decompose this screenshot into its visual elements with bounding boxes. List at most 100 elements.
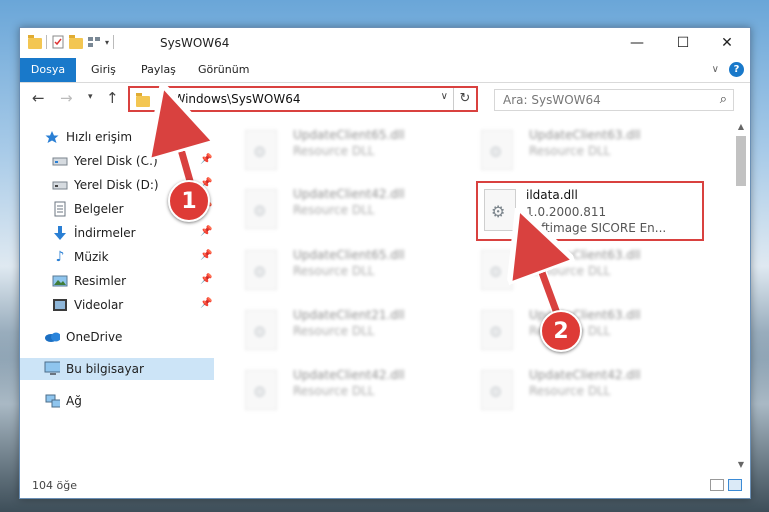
recent-locations-icon[interactable]: ▾ (88, 92, 93, 102)
sidebar-item-label: Ağ (66, 394, 82, 408)
chevron-down-icon[interactable]: ▾ (105, 38, 109, 47)
drive-icon (52, 177, 68, 193)
file-type: Resource DLL (293, 144, 375, 158)
file-name: UpdateClient63.dll (529, 128, 641, 142)
sidebar-item-label: Yerel Disk (C:) (74, 154, 158, 168)
search-input[interactable]: Ara: SysWOW64 ⌕ (494, 89, 734, 111)
pin-icon[interactable]: 📌 (200, 274, 212, 285)
file-name: UpdateClient65.dll (293, 128, 405, 142)
dll-file-icon (484, 189, 516, 231)
maximize-button[interactable]: ☐ (660, 28, 706, 58)
search-icon[interactable]: ⌕ (720, 92, 727, 107)
file-type: Resource DLL (293, 384, 375, 398)
file-version: 1.0.2000.811 (526, 205, 607, 219)
address-path[interactable]: C:\Windows\SysWOW64 (157, 92, 301, 106)
close-button[interactable]: ✕ (704, 28, 750, 58)
dll-file-icon (481, 250, 513, 290)
sidebar-item-local-disk-c[interactable]: Yerel Disk (C:) 📌 (20, 150, 214, 172)
sidebar-item-pictures[interactable]: Resimler 📌 (20, 270, 214, 292)
ribbon-controls: ∨ ? (712, 62, 744, 77)
file-name: UpdateClient42.dll (293, 368, 405, 382)
minimize-button[interactable]: — (614, 28, 660, 58)
download-icon (52, 225, 68, 241)
tab-view[interactable]: Görünüm (198, 58, 249, 82)
file-type: Resource DLL (529, 144, 611, 158)
item-count: 104 öğe (32, 479, 77, 492)
file-item[interactable]: UpdateClient42.dll Resource DLL (235, 364, 455, 418)
file-name: UpdateClient42.dll (293, 187, 405, 201)
forward-arrow-icon[interactable]: → (60, 89, 73, 107)
scroll-down-icon[interactable]: ▼ (734, 458, 748, 472)
scroll-thumb[interactable] (736, 136, 746, 186)
sidebar-item-network[interactable]: Ağ (20, 390, 214, 412)
music-icon: ♪ (55, 249, 65, 265)
file-item[interactable]: UpdateClient42.dll Resource DLL (471, 364, 691, 418)
sidebar-item-label: Belgeler (74, 202, 124, 216)
sidebar-item-quick-access[interactable]: Hızlı erişim (20, 126, 214, 148)
callout-2: 2 (540, 310, 582, 352)
sidebar-item-downloads[interactable]: İndirmeler 📌 (20, 222, 214, 244)
address-row: ← → ▾ ↑ C:\Windows\SysWOW64 ∨ ↻ Ara: Sys… (20, 83, 750, 117)
sidebar-item-videos[interactable]: Videolar 📌 (20, 294, 214, 316)
video-icon (52, 297, 68, 313)
sidebar-item-this-pc[interactable]: Bu bilgisayar (20, 358, 214, 380)
file-item[interactable]: UpdateClient42.dll Resource DLL (235, 183, 455, 237)
highlighted-file-item[interactable]: ildata.dll 1.0.2000.811 Softimage SICORE… (476, 181, 704, 241)
address-bar[interactable]: C:\Windows\SysWOW64 ∨ ↻ (128, 86, 478, 112)
sidebar-item-onedrive[interactable]: OneDrive (20, 326, 214, 348)
pin-icon[interactable]: 📌 (200, 154, 212, 165)
help-icon[interactable]: ? (729, 62, 744, 77)
folder-icon[interactable] (28, 34, 42, 49)
expand-ribbon-icon[interactable]: ∨ (712, 64, 719, 75)
star-icon (44, 129, 60, 145)
sidebar-item-label: Müzik (74, 250, 109, 264)
chevron-down-icon[interactable]: ∨ (441, 91, 448, 102)
tiles-view-icon[interactable] (728, 479, 742, 491)
file-list: UpdateClient65.dll Resource DLL UpdateCl… (225, 120, 730, 465)
view-switcher (710, 479, 742, 491)
dll-file-icon (245, 130, 277, 170)
file-name: UpdateClient63.dll (529, 248, 641, 262)
file-type: Resource DLL (293, 324, 375, 338)
properties-icon[interactable] (51, 35, 65, 49)
file-type: Resource DLL (293, 264, 375, 278)
file-item[interactable]: UpdateClient65.dll Resource DLL (235, 124, 455, 178)
back-arrow-icon[interactable]: ← (32, 89, 45, 107)
file-item[interactable]: UpdateClient21.dll Resource DLL (235, 304, 455, 358)
file-item[interactable]: UpdateClient63.dll Resource DLL (471, 244, 691, 298)
file-type: Resource DLL (293, 203, 375, 217)
sidebar-item-label: Bu bilgisayar (66, 362, 144, 376)
refresh-icon[interactable]: ↻ (453, 88, 476, 110)
documents-icon (52, 201, 68, 217)
customize-toolbar-icon[interactable] (87, 35, 101, 49)
status-bar: 104 öğe (20, 475, 750, 497)
tab-file[interactable]: Dosya (20, 58, 76, 82)
new-folder-icon[interactable] (69, 34, 83, 49)
pin-icon[interactable]: 📌 (200, 250, 212, 261)
pin-icon[interactable]: 📌 (200, 226, 212, 237)
sidebar-item-label: Yerel Disk (D:) (74, 178, 159, 192)
file-company: Softimage SICORE En... (526, 221, 667, 235)
scroll-up-icon[interactable]: ▲ (734, 120, 748, 134)
file-type: Resource DLL (529, 264, 611, 278)
sidebar-item-label: OneDrive (66, 330, 123, 344)
quick-access-toolbar: ▾ (28, 34, 115, 49)
sidebar-item-label: Videolar (74, 298, 124, 312)
sidebar-item-label: Hızlı erişim (66, 130, 133, 144)
pin-icon[interactable]: 📌 (200, 298, 212, 309)
dll-file-icon (481, 130, 513, 170)
network-icon (44, 393, 60, 409)
sidebar-item-music[interactable]: ♪ Müzik 📌 (20, 246, 214, 268)
tab-share[interactable]: Paylaş (141, 58, 176, 82)
dll-file-icon (245, 189, 277, 229)
file-item[interactable]: UpdateClient65.dll Resource DLL (235, 244, 455, 298)
toolbar-divider (113, 35, 115, 49)
file-item[interactable]: UpdateClient63.dll Resource DLL (471, 124, 691, 178)
details-view-icon[interactable] (710, 479, 724, 491)
dll-file-icon (481, 370, 513, 410)
vertical-scrollbar[interactable]: ▲ ▼ (734, 120, 748, 472)
title-bar: ▾ SysWOW64 — ☐ ✕ (20, 28, 750, 58)
tab-home[interactable]: Giriş (91, 58, 116, 82)
toolbar-divider (46, 35, 47, 49)
up-arrow-icon[interactable]: ↑ (106, 89, 119, 107)
